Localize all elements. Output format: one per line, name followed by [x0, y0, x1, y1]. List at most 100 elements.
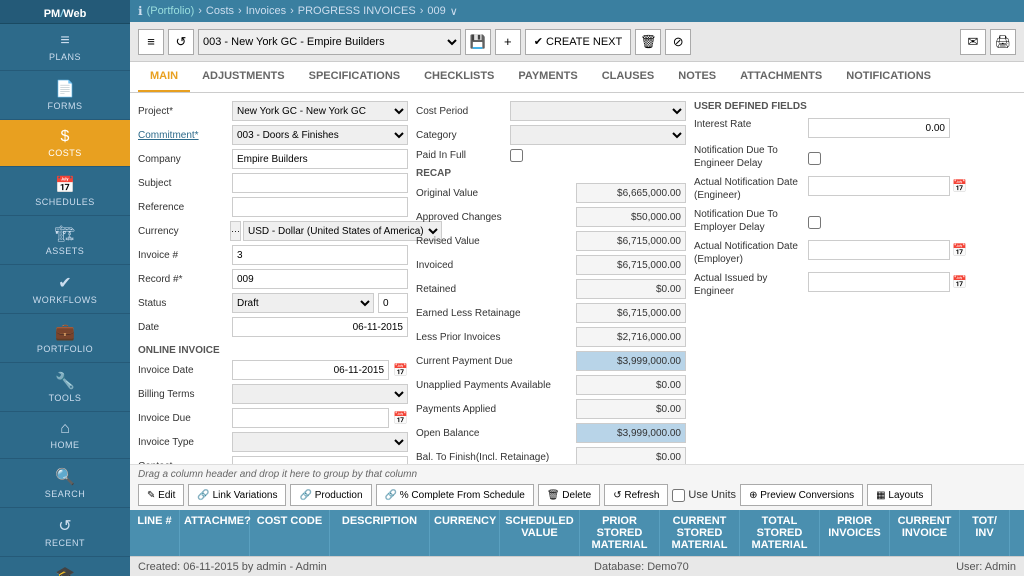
project-row: Project* New York GC - New York GC: [138, 101, 408, 121]
delete-button[interactable]: 🗑 Delete: [538, 484, 600, 506]
delete-icon[interactable]: 🗑: [635, 29, 661, 55]
status-label: Status: [138, 298, 228, 309]
block-icon[interactable]: ⊘: [665, 29, 691, 55]
currency-select[interactable]: USD - Dollar (United States of America): [243, 221, 442, 241]
university-icon: 🎓: [55, 565, 75, 576]
use-units-checkbox[interactable]: [672, 489, 685, 502]
sidebar-item-forms[interactable]: 📄 Forms: [0, 71, 130, 120]
actual-notif-employer-label: Actual Notification Date (Employer): [694, 240, 804, 266]
create-next-button[interactable]: ✔ CREATE NEXT: [525, 29, 631, 55]
record-select[interactable]: 003 - New York GC - Empire Builders: [198, 29, 461, 55]
billing-terms-select[interactable]: [232, 384, 408, 404]
reference-input[interactable]: [232, 197, 408, 217]
record-num-input[interactable]: [232, 269, 408, 289]
category-row: Category: [416, 125, 686, 145]
actual-issued-calendar-icon[interactable]: 📅: [952, 275, 967, 289]
logo-area: PM/Web: [0, 0, 130, 24]
production-button[interactable]: 🔗 Production: [290, 484, 371, 506]
unapplied-label: Unapplied Payments Available: [416, 380, 572, 391]
invoiced-label: Invoiced: [416, 260, 572, 271]
print-icon[interactable]: 🖨: [990, 29, 1016, 55]
menu-icon[interactable]: ≡: [138, 29, 164, 55]
col-current-invoice: CURRENT INVOICE: [890, 510, 960, 556]
sidebar-item-schedules[interactable]: 📅 Schedules: [0, 167, 130, 216]
commitment-select[interactable]: 003 - Doors & Finishes: [232, 125, 408, 145]
actual-notif-employer-row: Actual Notification Date (Employer) 📅: [694, 240, 914, 266]
date-input[interactable]: [232, 317, 408, 337]
invoice-due-label: Invoice Due: [138, 413, 228, 424]
commitment-label[interactable]: Commitment*: [138, 130, 228, 141]
approved-changes-row: Approved Changes $50,000.00: [416, 207, 686, 227]
less-prior-value: $2,716,000.00: [576, 327, 686, 347]
inv-date-input[interactable]: [232, 360, 389, 380]
tab-main[interactable]: MAIN: [138, 62, 190, 92]
header-section: ℹ (Portfolio) › Costs › Invoices › PROGR…: [130, 0, 1024, 62]
breadcrumb-portfolio[interactable]: (Portfolio): [147, 5, 195, 17]
open-balance-label: Open Balance: [416, 428, 572, 439]
sidebar-item-university[interactable]: 🎓 University: [0, 557, 130, 576]
online-invoice-header: ONLINE INVOICE: [138, 345, 408, 356]
invoice-due-input[interactable]: [232, 408, 389, 428]
add-icon[interactable]: +: [495, 29, 521, 55]
project-select[interactable]: New York GC - New York GC: [232, 101, 408, 121]
tab-clauses[interactable]: CLAUSES: [590, 62, 667, 92]
company-input[interactable]: [232, 149, 408, 169]
status-num-input[interactable]: [378, 293, 408, 313]
notif-employer-checkbox[interactable]: [808, 216, 821, 229]
tab-notes[interactable]: NOTES: [666, 62, 728, 92]
sidebar-item-label: Costs: [48, 148, 82, 158]
complete-from-schedule-button[interactable]: 🔗 % Complete From Schedule: [376, 484, 534, 506]
interest-rate-input[interactable]: [808, 118, 950, 138]
notif-employer-label: Notification Due To Employer Delay: [694, 208, 804, 234]
refresh-button[interactable]: ↺ Refresh: [604, 484, 668, 506]
tab-checklists[interactable]: CHECKLISTS: [412, 62, 506, 92]
invoice-num-label: Invoice #: [138, 250, 228, 261]
actual-notif-engineer-date-input[interactable]: [808, 176, 950, 196]
sidebar-item-label: Assets: [46, 246, 85, 256]
tab-notifications[interactable]: NOTIFICATIONS: [834, 62, 943, 92]
sidebar-item-search[interactable]: 🔍 Search: [0, 459, 130, 508]
subject-input[interactable]: [232, 173, 408, 193]
email-icon[interactable]: ✉: [960, 29, 986, 55]
status-bar: Created: 06-11-2015 by admin - Admin Dat…: [130, 556, 1024, 576]
sidebar-item-portfolio[interactable]: 💼 Portfolio: [0, 314, 130, 363]
sidebar-item-recent[interactable]: ↺ Recent: [0, 508, 130, 557]
edit-button[interactable]: ✎ Edit: [138, 484, 184, 506]
contact-input[interactable]: [232, 456, 408, 464]
inv-date-calendar-icon[interactable]: 📅: [393, 363, 408, 377]
invoice-due-calendar-icon[interactable]: 📅: [393, 411, 408, 425]
layouts-button[interactable]: ▦ Layouts: [867, 484, 932, 506]
paid-in-full-checkbox[interactable]: [510, 149, 523, 162]
bal-finish-label: Bal. To Finish(Incl. Retainage): [416, 452, 572, 463]
sidebar-item-plans[interactable]: ≡ Plans: [0, 24, 130, 71]
currency-toggle[interactable]: ···: [230, 221, 241, 241]
undo-icon[interactable]: ↺: [168, 29, 194, 55]
link-variations-button[interactable]: 🔗 Link Variations: [188, 484, 286, 506]
notif-employer-calendar-icon[interactable]: 📅: [952, 243, 967, 257]
sidebar-item-assets[interactable]: 🏗 Assets: [0, 216, 130, 265]
sidebar-item-label: Schedules: [35, 197, 95, 207]
tab-adjustments[interactable]: ADJUSTMENTS: [190, 62, 297, 92]
preview-conversions-button[interactable]: ⊕ Preview Conversions: [740, 484, 863, 506]
actual-notif-employer-date-input[interactable]: [808, 240, 950, 260]
category-select[interactable]: [510, 125, 686, 145]
current-payment-value: $3,999,000.00: [576, 351, 686, 371]
sidebar-item-workflows[interactable]: ✔ Workflows: [0, 265, 130, 314]
notif-engineer-checkbox[interactable]: [808, 152, 821, 165]
cost-period-select[interactable]: [510, 101, 686, 121]
tabs-bar: MAIN ADJUSTMENTS SPECIFICATIONS CHECKLIS…: [130, 62, 1024, 93]
tab-payments[interactable]: PAYMENTS: [506, 62, 589, 92]
actual-issued-date-input[interactable]: [808, 272, 950, 292]
notif-engineer-calendar-icon[interactable]: 📅: [952, 179, 967, 193]
status-select[interactable]: Draft: [232, 293, 374, 313]
project-label: Project*: [138, 106, 228, 117]
sidebar-item-tools[interactable]: 🔧 Tools: [0, 363, 130, 412]
sidebar-item-costs[interactable]: $ Costs: [0, 120, 130, 167]
tab-specifications[interactable]: SPECIFICATIONS: [297, 62, 412, 92]
invoice-num-input[interactable]: [232, 245, 408, 265]
actual-notif-engineer-row: Actual Notification Date (Engineer) 📅: [694, 176, 914, 202]
save-icon[interactable]: 💾: [465, 29, 491, 55]
tab-attachments[interactable]: ATTACHMENTS: [728, 62, 834, 92]
sidebar-item-home[interactable]: ⌂ Home: [0, 412, 130, 459]
invoice-type-select[interactable]: [232, 432, 408, 452]
